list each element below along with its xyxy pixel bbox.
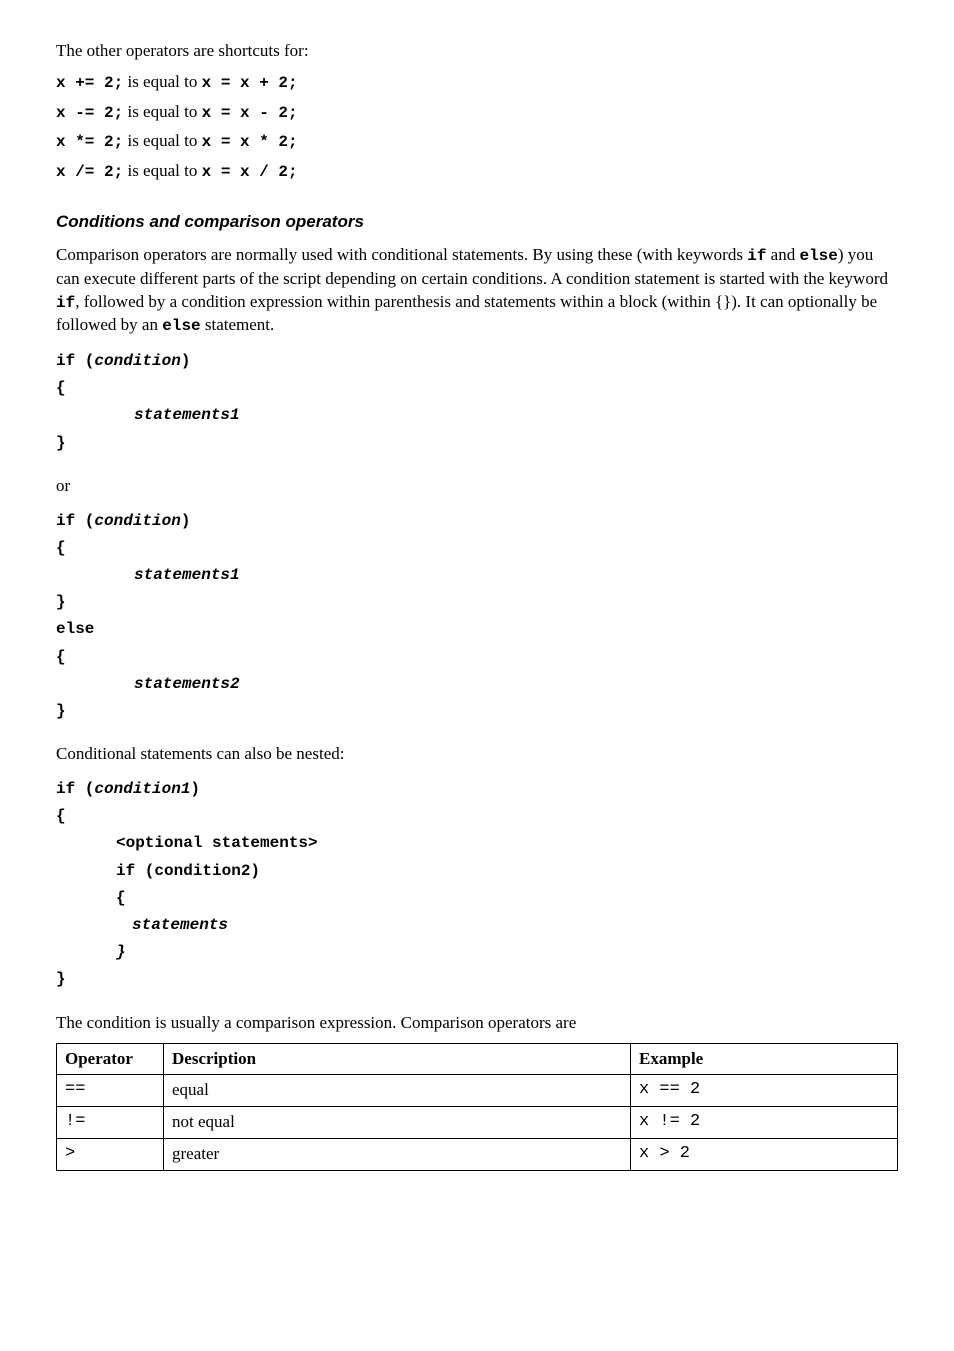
code-frag: if (	[56, 512, 94, 530]
table-header-row: Operator Description Example	[57, 1043, 898, 1075]
code-keyword-if: if	[56, 294, 75, 312]
code-frag: )	[190, 780, 200, 798]
code-line: {	[56, 885, 898, 912]
code-line: if (condition)	[56, 508, 898, 535]
operators-table: Operator Description Example == equal x …	[56, 1043, 898, 1172]
code-block-if-else: if (condition) { statements1 } else { st…	[56, 508, 898, 726]
op-line-1: x -= 2; is equal to x = x - 2;	[56, 101, 898, 125]
op-lhs: x *= 2;	[56, 133, 123, 151]
cell-op: !=	[57, 1107, 164, 1139]
code-keyword-else: else	[162, 317, 200, 335]
cell-ex: x != 2	[631, 1107, 898, 1139]
intro-paragraph: The other operators are shortcuts for:	[56, 40, 898, 63]
code-line: statements1	[56, 562, 898, 589]
code-line: {	[56, 803, 898, 830]
op-rhs: x = x / 2;	[202, 163, 298, 181]
header-description: Description	[164, 1043, 631, 1075]
op-line-2: x *= 2; is equal to x = x * 2;	[56, 130, 898, 154]
code-line: if (condition2)	[56, 858, 898, 885]
section-heading: Conditions and comparison operators	[56, 211, 898, 234]
operator-shortcuts: x += 2; is equal to x = x + 2; x -= 2; i…	[56, 71, 898, 183]
op-line-3: x /= 2; is equal to x = x / 2;	[56, 160, 898, 184]
code-line: }	[56, 589, 898, 616]
code-block-nested: if (condition1) { <optional statements> …	[56, 776, 898, 994]
table-row: == equal x == 2	[57, 1075, 898, 1107]
code-line: {	[56, 644, 898, 671]
table-row: > greater x > 2	[57, 1139, 898, 1171]
op-lhs: x /= 2;	[56, 163, 123, 181]
header-example: Example	[631, 1043, 898, 1075]
header-operator: Operator	[57, 1043, 164, 1075]
op-rhs: x = x * 2;	[202, 133, 298, 151]
cell-ex: x == 2	[631, 1075, 898, 1107]
code-line: }	[56, 698, 898, 725]
cell-desc: equal	[164, 1075, 631, 1107]
code-keyword-if: if	[747, 247, 766, 265]
code-frag: if (	[56, 780, 94, 798]
code-frag-italic: condition	[94, 512, 180, 530]
op-mid: is equal to	[123, 102, 201, 121]
cell-op: >	[57, 1139, 164, 1171]
table-row: != not equal x != 2	[57, 1107, 898, 1139]
code-line: statements	[56, 912, 898, 939]
code-line: else	[56, 616, 898, 643]
text-run: statement.	[201, 315, 275, 334]
code-line: if (condition)	[56, 348, 898, 375]
text-run: and	[766, 245, 799, 264]
code-block-if: if (condition) { statements1 }	[56, 348, 898, 457]
or-text: or	[56, 475, 898, 498]
code-frag-italic: condition	[94, 352, 180, 370]
op-mid: is equal to	[123, 161, 201, 180]
code-keyword-else: else	[799, 247, 837, 265]
text-run: Comparison operators are normally used w…	[56, 245, 747, 264]
code-line: statements2	[56, 671, 898, 698]
nested-paragraph: Conditional statements can also be neste…	[56, 743, 898, 766]
op-lhs: x -= 2;	[56, 104, 123, 122]
cell-op: ==	[57, 1075, 164, 1107]
op-mid: is equal to	[123, 131, 201, 150]
code-line: }	[56, 966, 898, 993]
code-line: {	[56, 375, 898, 402]
code-line: }	[56, 430, 898, 457]
cell-desc: not equal	[164, 1107, 631, 1139]
code-frag: )	[181, 512, 191, 530]
code-line: {	[56, 535, 898, 562]
op-mid: is equal to	[123, 72, 201, 91]
op-rhs: x = x - 2;	[202, 104, 298, 122]
op-line-0: x += 2; is equal to x = x + 2;	[56, 71, 898, 95]
code-frag-italic: condition1	[94, 780, 190, 798]
cell-ex: x > 2	[631, 1139, 898, 1171]
code-line: statements1	[56, 402, 898, 429]
code-frag: if (	[56, 352, 94, 370]
code-line: if (condition1)	[56, 776, 898, 803]
op-lhs: x += 2;	[56, 74, 123, 92]
cell-desc: greater	[164, 1139, 631, 1171]
table-intro: The condition is usually a comparison ex…	[56, 1012, 898, 1035]
code-frag: )	[181, 352, 191, 370]
code-line: <optional statements>	[56, 830, 898, 857]
conditions-paragraph: Comparison operators are normally used w…	[56, 244, 898, 338]
op-rhs: x = x + 2;	[202, 74, 298, 92]
code-line: }	[56, 939, 898, 966]
